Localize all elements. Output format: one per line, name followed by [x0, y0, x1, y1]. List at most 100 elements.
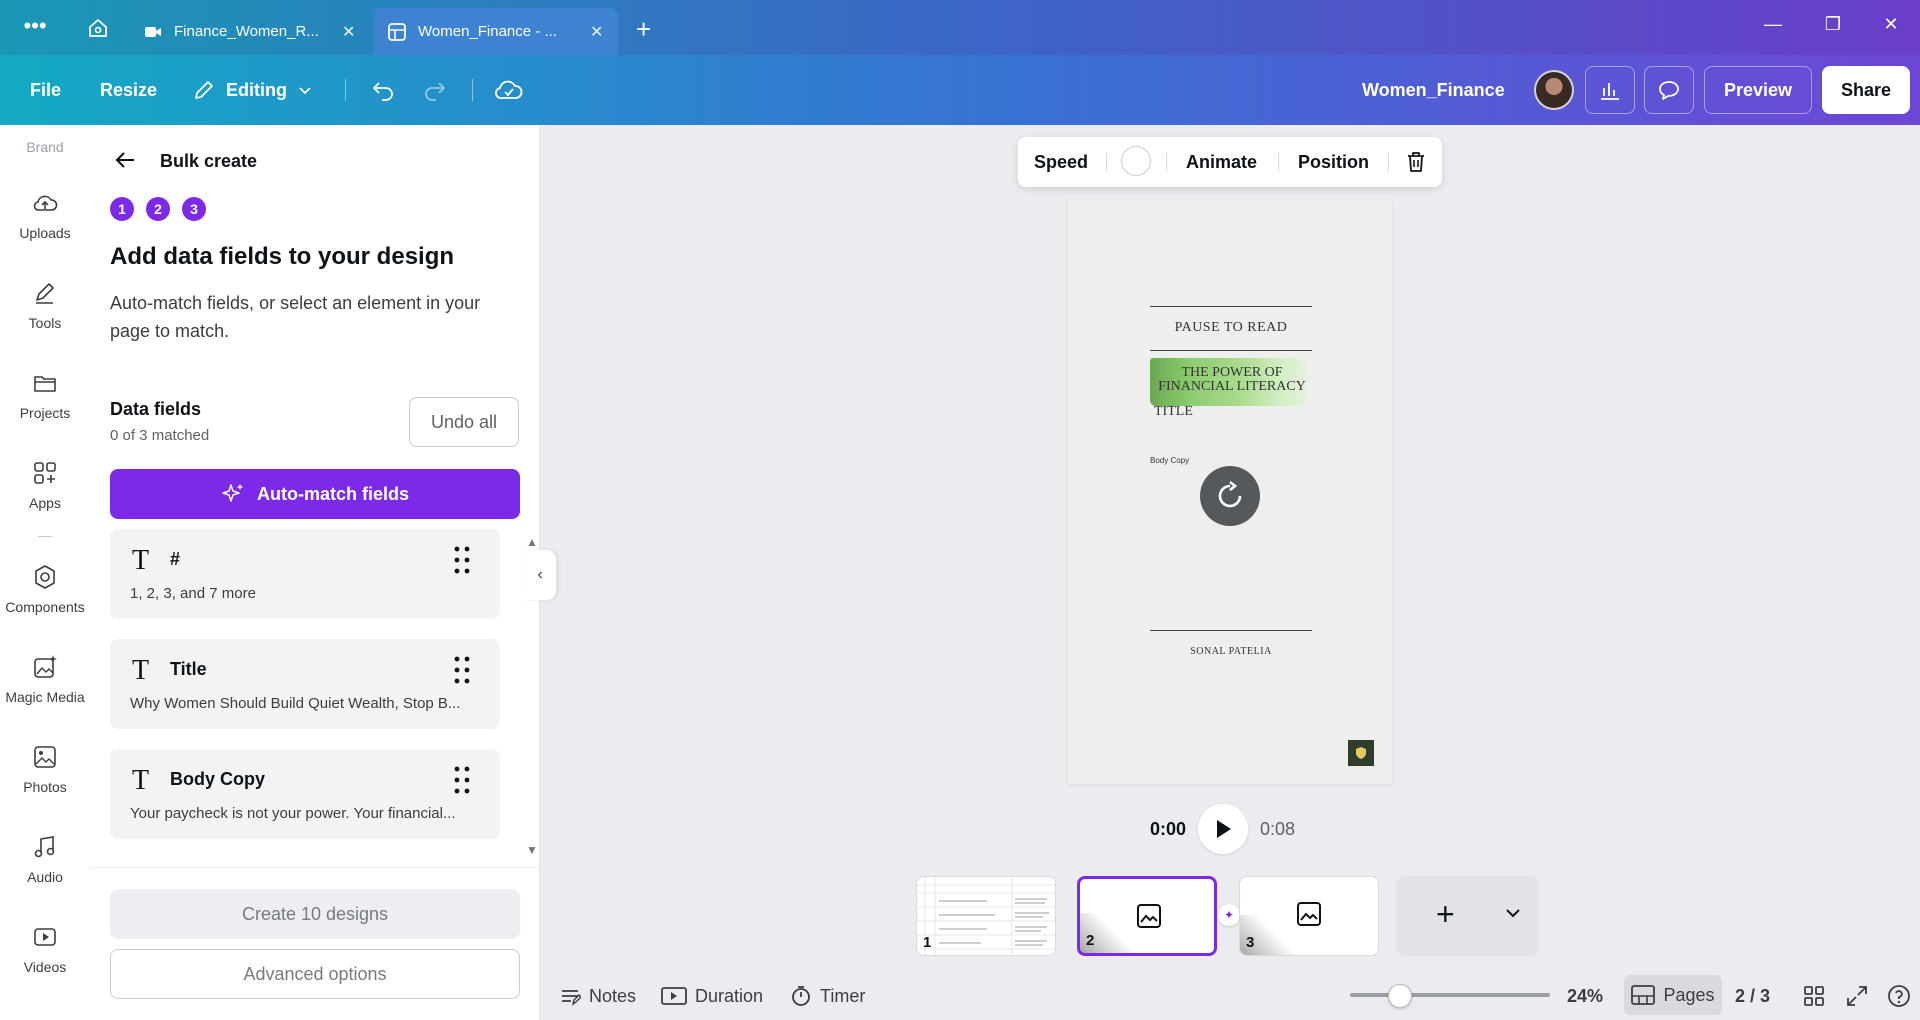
fullscreen-icon[interactable] [1846, 985, 1868, 1007]
text-type-icon: T [132, 655, 150, 686]
comments-button[interactable] [1644, 66, 1694, 114]
zoom-percentage[interactable]: 24% [1567, 972, 1603, 1020]
collapse-panel-chevron-icon[interactable]: ‹ [524, 550, 556, 600]
rail-item-tools[interactable]: Tools [0, 279, 90, 331]
animate-button[interactable]: Animate [1186, 137, 1257, 187]
help-icon[interactable] [1887, 984, 1911, 1008]
play-button[interactable] [1198, 804, 1249, 854]
editor-toolbar: File Resize Editing Women_Finance Previe… [0, 55, 1920, 125]
notes-button[interactable]: Notes [559, 972, 636, 1020]
field-values: Your paycheck is not your power. Your fi… [130, 805, 456, 822]
data-field-number[interactable]: T # 1, 2, 3, and 7 more [110, 529, 500, 619]
create-designs-button[interactable]: Create 10 designs [110, 889, 520, 939]
trash-icon[interactable] [1404, 150, 1428, 174]
pages-view-button[interactable]: Pages [1624, 975, 1722, 1015]
rail-item-projects[interactable]: Projects [0, 369, 90, 421]
panel-heading: Add data fields to your design [110, 243, 455, 270]
add-page-button[interactable]: + [1396, 876, 1538, 956]
design-page[interactable]: PAUSE TO READ THE POWER OF FINANCIAL LIT… [1068, 200, 1392, 784]
title-placeholder-text[interactable]: TITLE [1154, 404, 1193, 420]
cloud-saved-icon[interactable] [494, 76, 524, 104]
zoom-slider-track[interactable] [1350, 993, 1550, 997]
rail-item-videos[interactable]: Videos [0, 923, 90, 975]
drag-handle-icon[interactable] [454, 655, 470, 685]
magic-transition-icon[interactable]: ✦ [1218, 904, 1240, 926]
logo-badge[interactable] [1348, 740, 1374, 766]
browser-tab-women-finance[interactable]: Women_Finance - ... ✕ [374, 8, 618, 55]
undo-icon[interactable] [370, 77, 396, 103]
drag-handle-icon[interactable] [454, 765, 470, 795]
rail-item-brand[interactable]: Brand [0, 139, 90, 155]
duration-button[interactable]: Duration [661, 972, 763, 1020]
more-menu-icon[interactable]: ••• [20, 15, 50, 38]
rail-item-magic-media[interactable]: Magic Media [0, 653, 90, 705]
pages-label: Pages [1663, 984, 1715, 1005]
auto-match-button[interactable]: Auto-match fields [110, 469, 520, 519]
rail-label: Videos [23, 959, 67, 975]
image-placeholder-icon [1297, 902, 1321, 926]
restore-icon[interactable]: ❐ [1818, 14, 1848, 35]
document-title[interactable]: Women_Finance [1362, 55, 1505, 125]
avatar[interactable] [1534, 70, 1574, 110]
bar-chart-icon [1601, 83, 1619, 100]
close-icon[interactable]: ✕ [342, 22, 356, 42]
close-icon[interactable]: ✕ [590, 22, 604, 42]
pause-to-read-text[interactable]: PAUSE TO READ [1150, 320, 1312, 336]
pen-icon [36, 283, 54, 304]
back-arrow-icon[interactable] [114, 149, 136, 171]
speed-button[interactable]: Speed [1034, 137, 1088, 187]
redo-icon[interactable] [422, 77, 448, 103]
insights-button[interactable] [1585, 66, 1635, 114]
color-swatch-button[interactable] [1121, 146, 1151, 176]
components-icon [35, 565, 55, 589]
data-field-body-copy[interactable]: T Body Copy Your paycheck is not your po… [110, 749, 500, 839]
position-button[interactable]: Position [1298, 137, 1369, 187]
page-thumbnail-3[interactable]: 3 [1239, 876, 1379, 956]
headline-text[interactable]: THE POWER OF FINANCIAL LITERACY [1150, 366, 1314, 394]
sparkle-icon [222, 484, 243, 502]
drag-handle-icon[interactable] [454, 545, 470, 575]
browser-tab-finance-women[interactable]: Finance_Women_R... ✕ [130, 8, 370, 55]
headline-line-2: FINANCIAL LITERACY [1158, 379, 1306, 394]
rail-item-uploads[interactable]: Uploads [0, 189, 90, 241]
headline-line-1: THE POWER OF [1181, 365, 1283, 380]
grid-view-icon[interactable] [1803, 985, 1825, 1007]
matched-count: 0 of 3 matched [110, 427, 210, 444]
scroll-down-arrow-icon[interactable]: ▼ [526, 843, 538, 857]
page-thumbnail-1[interactable]: 1 [916, 876, 1056, 956]
file-menu[interactable]: File [30, 55, 61, 125]
preview-button[interactable]: Preview [1704, 66, 1812, 114]
toolbar-divider [345, 79, 346, 101]
page-thumbnail-2[interactable]: 2 [1077, 876, 1217, 956]
page-number: 3 [1246, 934, 1255, 951]
timer-icon [792, 986, 810, 1006]
rail-divider [38, 536, 52, 537]
new-tab-icon[interactable]: + [636, 14, 651, 45]
undo-all-button[interactable]: Undo all [409, 397, 519, 447]
shield-icon [1356, 747, 1366, 759]
rail-item-photos[interactable]: Photos [0, 743, 90, 795]
decorative-rule [1150, 630, 1312, 631]
step-badge: 1 [110, 197, 134, 221]
minimize-icon[interactable]: — [1758, 14, 1788, 35]
editing-mode-dropdown[interactable]: Editing [192, 55, 313, 125]
rail-item-components[interactable]: Components [0, 563, 90, 615]
rail-item-audio[interactable]: Audio [0, 833, 90, 885]
share-button[interactable]: Share [1822, 66, 1910, 114]
scroll-up-arrow-icon[interactable]: ▲ [526, 535, 538, 549]
author-name-text[interactable]: SONAL PATELIA [1150, 646, 1312, 657]
advanced-options-button[interactable]: Advanced options [110, 949, 520, 999]
chevron-down-icon[interactable] [1504, 904, 1522, 922]
rail-item-apps[interactable]: Apps [0, 459, 90, 511]
window-close-icon[interactable]: ✕ [1876, 14, 1906, 35]
duration-icon [661, 987, 687, 1005]
timer-button[interactable]: Timer [790, 972, 865, 1020]
home-icon[interactable] [86, 16, 110, 40]
total-time: 0:08 [1260, 818, 1296, 839]
zoom-slider-thumb[interactable] [1388, 984, 1412, 1008]
body-copy-placeholder-text[interactable]: Body Copy [1150, 456, 1189, 465]
data-field-title[interactable]: T Title Why Women Should Build Quiet Wea… [110, 639, 500, 729]
rail-label: Uploads [19, 225, 71, 241]
timer-label: Timer [820, 985, 866, 1006]
resize-button[interactable]: Resize [100, 55, 157, 125]
